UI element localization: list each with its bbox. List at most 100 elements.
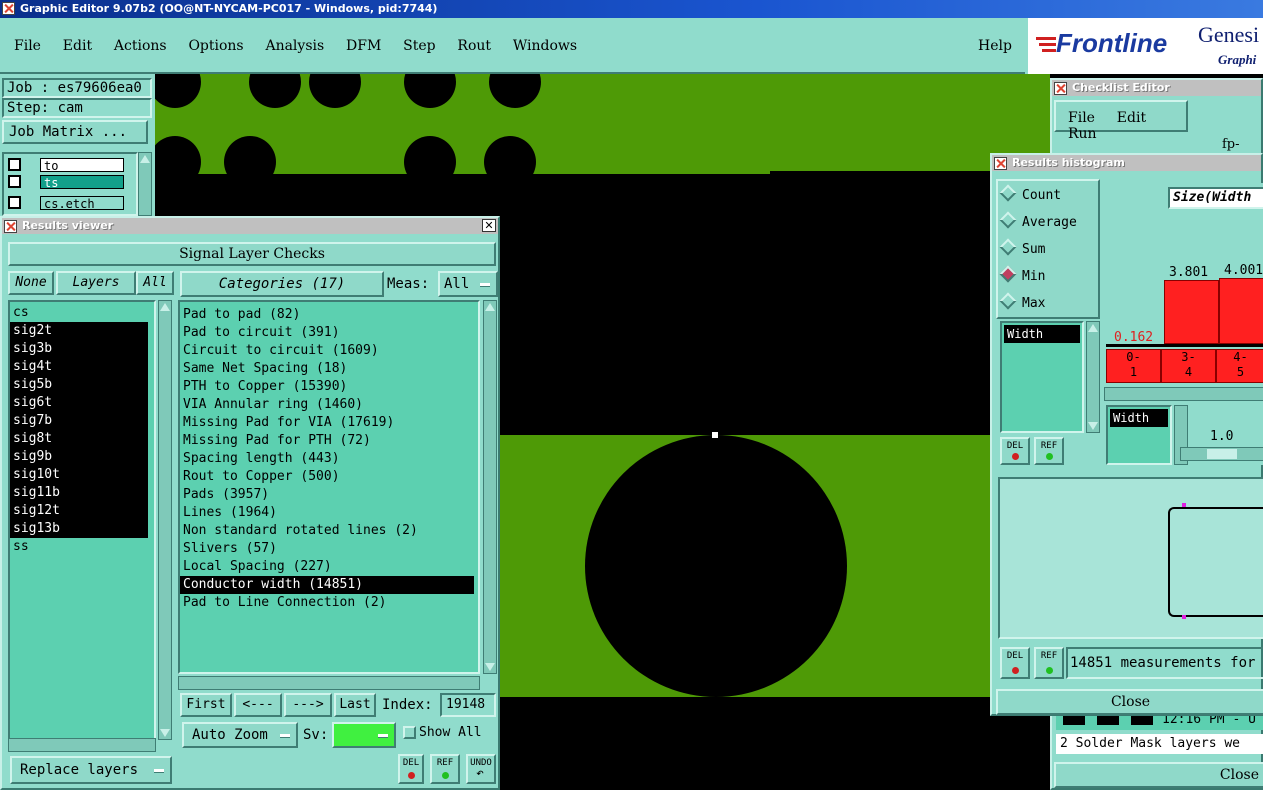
histogram-bar[interactable]	[1219, 278, 1263, 344]
layer-mini-scrollbar[interactable]	[138, 152, 152, 216]
menu-rout[interactable]: Rout	[457, 38, 491, 54]
size-label: Size(Width	[1168, 187, 1263, 209]
category-item[interactable]: Local Spacing (227)	[180, 558, 478, 576]
category-item-selected[interactable]: Conductor width (14851)	[180, 576, 474, 594]
histogram-bar[interactable]	[1164, 280, 1219, 344]
attr-list-2[interactable]: Width	[1106, 405, 1172, 465]
menu-step[interactable]: Step	[403, 38, 435, 54]
next-button[interactable]: --->	[284, 693, 332, 717]
category-item[interactable]: Missing Pad for VIA (17619)	[180, 414, 478, 432]
layer-item[interactable]: sig6t	[10, 394, 148, 412]
layer-item[interactable]: sig7b	[10, 412, 148, 430]
first-button[interactable]: First	[180, 693, 232, 717]
bin-cell[interactable]: 3- 4	[1161, 349, 1216, 383]
layer-item[interactable]: sig3b	[10, 340, 148, 358]
layer-checkbox[interactable]	[8, 175, 21, 188]
checklist-menu-file[interactable]: File	[1068, 110, 1095, 126]
layer-item[interactable]: sig13b	[10, 520, 148, 538]
checklist-menu-run[interactable]: Run	[1068, 126, 1097, 142]
histogram-ref-button[interactable]: REF	[1034, 437, 1064, 465]
attr-item-selected[interactable]: Width	[1004, 325, 1080, 343]
prev-button[interactable]: <---	[234, 693, 282, 717]
bin-cell[interactable]: 0- 1	[1106, 349, 1161, 383]
sv-color-dropdown[interactable]	[332, 722, 396, 748]
layer-checkbox[interactable]	[8, 158, 21, 171]
category-item[interactable]: Spacing length (443)	[180, 450, 478, 468]
attr-list-scrollbar[interactable]	[1086, 321, 1100, 433]
menu-help[interactable]: Help	[978, 38, 1012, 54]
attr-item-selected[interactable]: Width	[1110, 409, 1168, 427]
undo-button[interactable]: UNDO ↶	[466, 754, 496, 784]
mode-average[interactable]: Average	[998, 211, 1098, 241]
close-icon[interactable]: ✕	[482, 219, 496, 232]
attr-list[interactable]: Width	[1000, 321, 1084, 433]
layer-list-hscrollbar[interactable]	[8, 738, 156, 752]
category-item[interactable]: Pad to circuit (391)	[180, 324, 478, 342]
mode-min[interactable]: Min	[998, 265, 1098, 295]
del-button[interactable]: DEL	[398, 754, 424, 784]
layer-list-scrollbar[interactable]	[158, 300, 172, 740]
layers-none-button[interactable]: None	[8, 271, 54, 295]
category-item[interactable]: Slivers (57)	[180, 540, 478, 558]
layer-checkbox[interactable]	[8, 196, 21, 209]
category-item[interactable]: Circuit to circuit (1609)	[180, 342, 478, 360]
menu-actions[interactable]: Actions	[114, 38, 167, 54]
category-item[interactable]: VIA Annular ring (1460)	[180, 396, 478, 414]
layer-ts[interactable]: ts	[40, 175, 124, 190]
last-button[interactable]: Last	[334, 693, 376, 717]
layer-item[interactable]: sig8t	[10, 430, 148, 448]
mode-count[interactable]: Count	[998, 184, 1098, 214]
layer-item[interactable]: sig12t	[10, 502, 148, 520]
preview-ref-button[interactable]: REF	[1034, 647, 1064, 679]
replace-layers-dropdown[interactable]: Replace layers	[10, 756, 172, 784]
category-item[interactable]: Non standard rotated lines (2)	[180, 522, 478, 540]
ref-button[interactable]: REF	[430, 754, 460, 784]
meas-dropdown[interactable]: All	[438, 271, 498, 297]
show-all-checkbox[interactable]	[403, 726, 416, 739]
histogram-del-button[interactable]: DEL	[1000, 437, 1030, 465]
histogram-hscrollbar[interactable]	[1104, 387, 1263, 401]
menu-windows[interactable]: Windows	[513, 38, 577, 54]
category-item[interactable]: Lines (1964)	[180, 504, 478, 522]
category-list[interactable]: Pad to pad (82) Pad to circuit (391) Cir…	[178, 300, 480, 674]
category-item[interactable]: Pads (3957)	[180, 486, 478, 504]
menu-options[interactable]: Options	[188, 38, 243, 54]
menu-edit[interactable]: Edit	[63, 38, 92, 54]
bin-cell[interactable]: 4- 5	[1216, 349, 1263, 383]
mode-sum[interactable]: Sum	[998, 238, 1098, 268]
menu-file[interactable]: File	[14, 38, 41, 54]
checklist-menu-edit[interactable]: Edit	[1117, 110, 1146, 126]
category-list-scrollbar[interactable]	[483, 300, 497, 674]
menu-dfm[interactable]: DFM	[346, 38, 381, 54]
layer-item[interactable]: sig4t	[10, 358, 148, 376]
checklist-close-button[interactable]: Close	[1054, 762, 1263, 788]
layer-item[interactable]: ss	[10, 538, 154, 556]
app-icon	[2, 2, 15, 15]
mode-max[interactable]: Max	[998, 292, 1098, 322]
layer-item[interactable]: cs	[10, 304, 154, 322]
layer-to[interactable]: to	[40, 158, 124, 173]
layer-item[interactable]: sig10t	[10, 466, 148, 484]
job-matrix-button[interactable]: Job Matrix ...	[2, 120, 148, 144]
category-item[interactable]: Same Net Spacing (18)	[180, 360, 478, 378]
category-item[interactable]: PTH to Copper (15390)	[180, 378, 478, 396]
radio-icon	[999, 211, 1017, 229]
layer-cs-etch[interactable]: cs.etch	[40, 196, 124, 211]
menu-analysis[interactable]: Analysis	[265, 38, 324, 54]
layer-item[interactable]: sig2t	[10, 322, 148, 340]
category-item[interactable]: Rout to Copper (500)	[180, 468, 478, 486]
category-item[interactable]: Pad to Line Connection (2)	[180, 594, 478, 612]
histogram-close-button[interactable]: Close	[996, 689, 1263, 715]
layer-item[interactable]: sig9b	[10, 448, 148, 466]
category-item[interactable]: Missing Pad for PTH (72)	[180, 432, 478, 450]
category-item[interactable]: Pad to pad (82)	[180, 306, 478, 324]
category-list-hscrollbar[interactable]	[178, 676, 480, 690]
index-input[interactable]: 19148	[440, 693, 496, 717]
layer-list[interactable]: cs sig2t sig3b sig4t sig5b sig6t sig7b s…	[8, 300, 156, 740]
scale-slider[interactable]	[1180, 447, 1263, 461]
layer-item[interactable]: sig11b	[10, 484, 148, 502]
layer-item[interactable]: sig5b	[10, 376, 148, 394]
layers-all-button[interactable]: All	[136, 271, 174, 295]
preview-del-button[interactable]: DEL	[1000, 647, 1030, 679]
auto-zoom-dropdown[interactable]: Auto Zoom	[182, 722, 298, 748]
